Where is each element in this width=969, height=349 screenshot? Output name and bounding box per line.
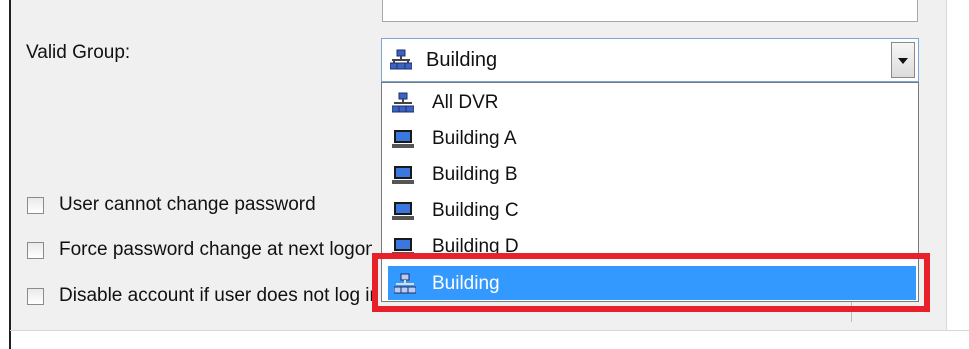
valid-group-label: Valid Group: [26,42,131,63]
network-group-icon [390,49,412,70]
frame-border [9,0,11,349]
option-label: All DVR [432,92,499,113]
dvr-computer-icon [392,130,414,148]
dvr-computer-icon [392,166,414,184]
checkbox-row-force-password-change[interactable]: Force password change at next logon [27,239,372,265]
frame-divider [10,330,969,331]
panel-edge [946,0,947,330]
option-label: Building A [432,128,517,149]
option-label: Building B [432,164,518,185]
valid-group-combobox[interactable]: Building [381,38,919,82]
checkbox-label: Force password change at next logon [59,239,372,260]
dropdown-option-building-b[interactable]: Building B [382,157,918,193]
network-group-icon [392,92,414,113]
dropdown-option-all-dvr[interactable]: All DVR [382,85,918,121]
dropdown-arrow-button[interactable] [891,42,915,78]
checkbox-row-disable-account[interactable]: Disable account if user does not log in … [27,285,372,311]
dropdown-option-building-c[interactable]: Building C [382,193,918,229]
checkbox[interactable] [27,288,44,305]
dvr-computer-icon [392,202,414,220]
upper-field-box [382,0,918,22]
checkbox[interactable] [27,242,44,259]
red-highlight-annotation [372,253,930,312]
combobox-value: Building [426,49,498,71]
checkbox[interactable] [27,197,44,214]
dropdown-option-building-a[interactable]: Building A [382,121,918,157]
option-label: Building C [432,200,519,221]
checkbox-row-cannot-change-password[interactable]: User cannot change password [27,194,381,220]
checkbox-label: User cannot change password [59,194,316,215]
checkbox-label: Disable account if user does not log in … [59,285,372,306]
